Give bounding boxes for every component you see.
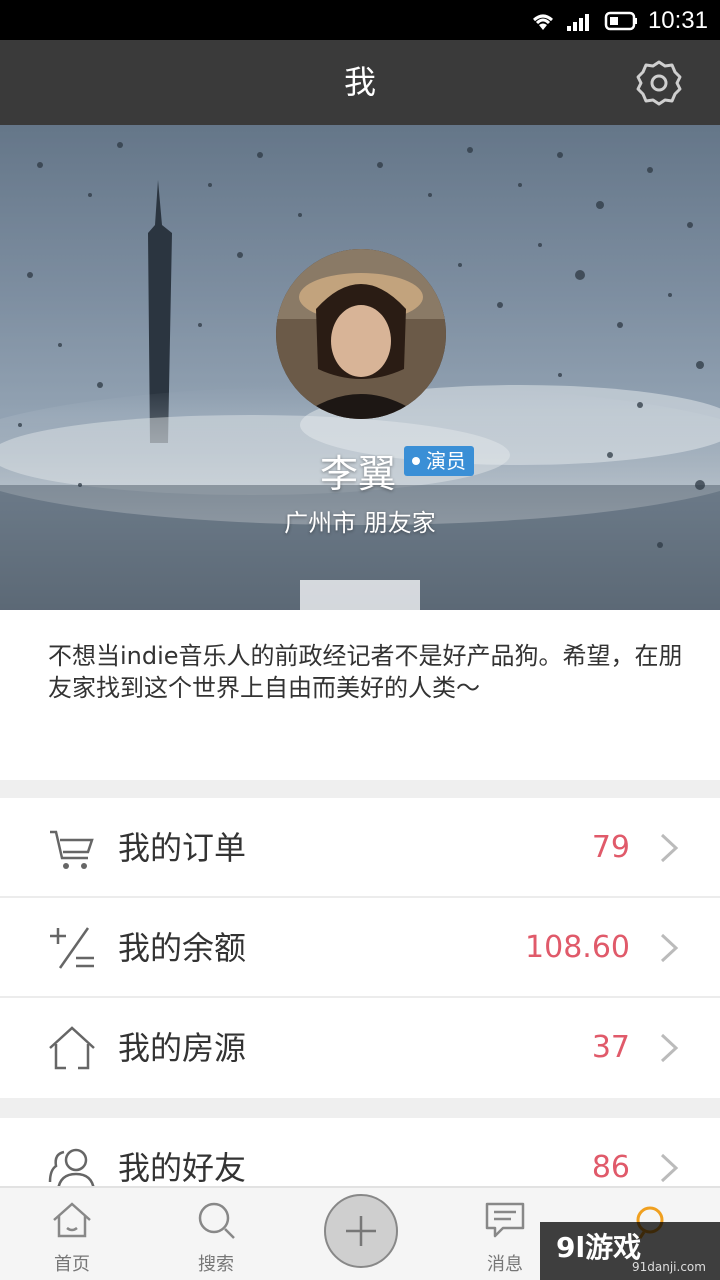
chevron-right-icon: [660, 833, 679, 863]
watermark-url: 91danji.com: [632, 1260, 706, 1274]
status-time: 10:31: [647, 7, 708, 34]
user-avatar[interactable]: [276, 249, 446, 419]
chevron-right-icon: [660, 1153, 679, 1183]
home-icon: [53, 1202, 91, 1238]
menu-item-orders-count: 79: [591, 830, 630, 865]
tab-search-label: 搜索: [198, 1254, 234, 1275]
signal-icon: [566, 14, 589, 31]
role-badge: 演员: [404, 446, 474, 476]
header-bar: 我: [0, 40, 720, 125]
status-icons: 10:31: [530, 6, 708, 36]
section-divider: [0, 1098, 720, 1118]
message-icon: [485, 1202, 525, 1238]
battery-icon: [604, 11, 637, 31]
search-icon: [198, 1202, 235, 1239]
user-name: 李翼: [320, 452, 397, 496]
menu-item-orders[interactable]: 我的订单 79: [0, 798, 720, 898]
watermark: 9l游戏 91danji.com: [540, 1222, 720, 1280]
tab-home-label: 首页: [54, 1254, 90, 1275]
settings-gear-icon[interactable]: [634, 58, 684, 108]
section-divider: [0, 780, 720, 798]
user-location: 广州市 朋友家: [284, 509, 436, 537]
menu-item-balance[interactable]: 我的余额 108.60: [0, 898, 720, 998]
plus-icon: [346, 1216, 376, 1246]
plus-minus-icon: [50, 927, 94, 969]
menu-item-balance-amount: 108.60: [525, 930, 630, 965]
avatar-photo: [276, 249, 446, 419]
menu-item-orders-label: 我的订单: [118, 829, 247, 867]
status-bar: 10:31: [0, 0, 720, 40]
menu-item-listings-label: 我的房源: [118, 1029, 247, 1067]
menu-item-balance-label: 我的余额: [118, 929, 247, 967]
chevron-right-icon: [660, 1033, 679, 1063]
chevron-right-icon: [660, 933, 679, 963]
user-bio: 不想当indie音乐人的前政经记者不是好产品狗。希望，在朋友家找到这个世界上自由…: [48, 642, 683, 702]
page-title: 我: [343, 63, 376, 101]
role-badge-label: 演员: [426, 449, 466, 473]
add-button[interactable]: [324, 1194, 398, 1268]
menu-item-listings-count: 37: [591, 1030, 630, 1065]
profile-banner: 李翼 演员 广州市 朋友家: [0, 125, 720, 610]
watermark-logo: 9l游戏: [556, 1231, 642, 1264]
tab-search[interactable]: 搜索: [166, 1188, 266, 1280]
tag-dot-icon: [412, 457, 420, 465]
menu-item-listings[interactable]: 我的房源 37: [0, 998, 720, 1098]
cart-icon: [50, 830, 94, 869]
wifi-icon: [532, 14, 553, 30]
house-icon: [49, 1026, 95, 1070]
tab-home[interactable]: 首页: [22, 1188, 122, 1280]
